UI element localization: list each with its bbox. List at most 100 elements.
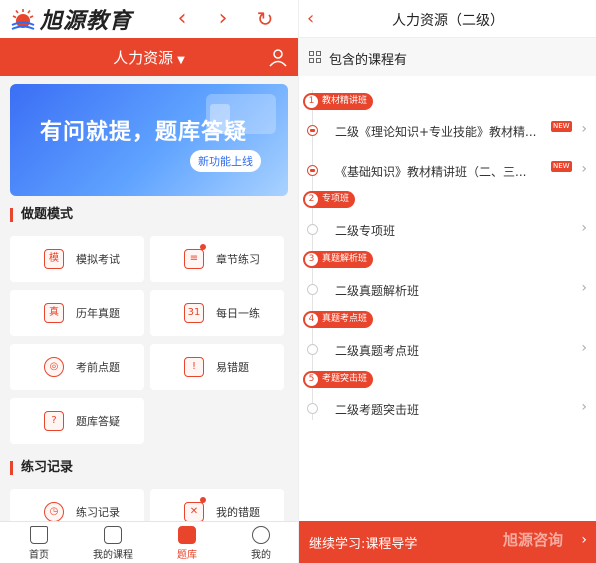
browser-toolbar: 旭源教育 ‹ › ↻ xyxy=(0,0,298,38)
mode-card-error-prone[interactable]: ! 易错题 xyxy=(150,344,284,390)
history-icon: ◷ xyxy=(44,502,64,522)
group-pill: 5 考题突击班 xyxy=(303,371,374,388)
group-number: 4 xyxy=(305,313,318,326)
bottom-tab-bar: 首页 我的课程 题库 我的 xyxy=(0,521,298,563)
group-number: 1 xyxy=(305,95,318,108)
tab-home[interactable]: 首页 xyxy=(2,522,76,563)
new-badge: NEW xyxy=(551,121,572,132)
subject-selector-label: 人力资源 xyxy=(113,49,174,67)
mode-card-label: 题库答疑 xyxy=(76,415,120,428)
tab-profile[interactable]: 我的 xyxy=(224,522,298,563)
group-label: 专项班 xyxy=(322,194,350,204)
page-title: 人力资源（二级） xyxy=(392,13,504,29)
record-card-label: 我的错题 xyxy=(216,506,260,519)
includes-label: 包含的课程有 xyxy=(329,53,408,68)
course-row[interactable]: 二级真题解析班 › xyxy=(299,275,596,305)
course-title: 二级考题突击班 xyxy=(335,403,420,417)
chevron-right-icon: › xyxy=(581,340,587,356)
target-icon: ◎ xyxy=(44,357,64,377)
question-bank-icon xyxy=(178,526,196,544)
tab-label: 首页 xyxy=(29,550,49,561)
notification-dot xyxy=(200,497,206,503)
screenshot-root: 旭源教育 ‹ › ↻ 人力资源 ▼ 有问就提，题库答疑 新功能上线 做题模式 模 … xyxy=(0,0,596,563)
course-title: 二级《理论知识+专业技能》教材精... xyxy=(335,125,537,139)
chevron-right-icon: › xyxy=(581,280,587,296)
course-row[interactable]: 二级真题考点班 › xyxy=(299,335,596,365)
mode-card-label: 考前点题 xyxy=(76,361,120,374)
refresh-icon[interactable]: ↻ xyxy=(254,8,276,30)
chevron-right-icon: › xyxy=(581,532,587,548)
notification-dot xyxy=(200,244,206,250)
tab-question-bank[interactable]: 题库 xyxy=(150,522,224,563)
mode-card-label: 历年真题 xyxy=(76,307,120,320)
mode-card-label: 章节练习 xyxy=(216,253,260,266)
tab-label: 题库 xyxy=(177,550,197,561)
records-heading: 练习记录 xyxy=(10,461,73,475)
home-icon xyxy=(30,526,48,544)
qa-icon: ? xyxy=(44,411,64,431)
progress-icon xyxy=(307,403,318,414)
course-row[interactable]: 二级考题突击班 › xyxy=(299,394,596,424)
wrong-questions-icon: ✕ xyxy=(184,502,204,522)
chapter-icon: ≡ xyxy=(184,249,204,269)
course-row[interactable]: 二级《理论知识+专业技能》教材精... NEW › xyxy=(299,116,596,146)
chevron-left-icon[interactable]: ‹ xyxy=(171,8,193,30)
question-bank-screen: 旭源教育 ‹ › ↻ 人力资源 ▼ 有问就提，题库答疑 新功能上线 做题模式 模 … xyxy=(0,0,298,563)
course-title: 《基础知识》教材精讲班（二、三... xyxy=(335,165,527,179)
chevron-right-icon: › xyxy=(581,161,587,177)
continue-learning-bar[interactable]: 继续学习:课程导学 旭源咨询 › xyxy=(299,521,596,563)
group-pill: 2 专项班 xyxy=(303,191,356,208)
logo-text: 旭源教育 xyxy=(40,8,133,34)
course-row[interactable]: 二级专项班 › xyxy=(299,215,596,245)
mode-card-label: 每日一练 xyxy=(216,307,260,320)
course-row[interactable]: 《基础知识》教材精讲班（二、三... NEW › xyxy=(299,156,596,186)
watermark: 旭源咨询 xyxy=(503,531,564,549)
past-papers-icon: 真 xyxy=(44,303,64,323)
group-pill: 1 教材精讲班 xyxy=(303,93,374,110)
mode-card-label: 模拟考试 xyxy=(76,253,120,266)
grid-icon xyxy=(309,51,322,64)
banner-pill[interactable]: 新功能上线 xyxy=(190,150,261,172)
caret-down-icon: ▼ xyxy=(177,55,185,66)
tab-my-courses[interactable]: 我的课程 xyxy=(76,522,150,563)
mode-card-pre-exam[interactable]: ◎ 考前点题 xyxy=(10,344,144,390)
banner-headline: 有问就提，题库答疑 xyxy=(40,120,248,145)
chevron-right-icon[interactable]: › xyxy=(212,8,234,30)
tab-label: 我的课程 xyxy=(93,550,133,561)
mode-card-daily[interactable]: 31 每日一练 xyxy=(150,290,284,336)
user-icon[interactable] xyxy=(268,47,288,67)
subject-header: 人力资源 ▼ xyxy=(0,38,298,76)
progress-icon xyxy=(307,284,318,295)
record-card-label: 练习记录 xyxy=(76,506,120,519)
profile-icon xyxy=(252,526,270,544)
progress-icon xyxy=(307,224,318,235)
group-number: 5 xyxy=(305,373,318,386)
subject-selector[interactable]: 人力资源 ▼ xyxy=(0,47,298,68)
mock-exam-icon: 模 xyxy=(44,249,64,269)
chevron-right-icon: › xyxy=(581,121,587,137)
group-label: 真题考点班 xyxy=(322,314,368,324)
continue-label: 继续学习:课程导学 xyxy=(309,537,418,552)
practice-mode-heading: 做题模式 xyxy=(10,208,73,222)
sun-logo-icon xyxy=(11,9,35,30)
progress-icon xyxy=(307,125,318,136)
progress-icon xyxy=(307,344,318,355)
group-number: 2 xyxy=(305,193,318,206)
includes-header: 包含的课程有 xyxy=(299,38,596,76)
course-title: 二级专项班 xyxy=(335,224,396,238)
course-title: 二级真题解析班 xyxy=(335,284,420,298)
alarm-icon: ! xyxy=(184,357,204,377)
course-title: 二级真题考点班 xyxy=(335,344,420,358)
new-badge: NEW xyxy=(551,161,572,172)
mode-card-qa[interactable]: ? 题库答疑 xyxy=(10,398,144,444)
chevron-right-icon: › xyxy=(581,399,587,415)
logo: 旭源教育 xyxy=(10,6,133,34)
promo-banner[interactable]: 有问就提，题库答疑 新功能上线 xyxy=(10,84,288,196)
mode-card-past-papers[interactable]: 真 历年真题 xyxy=(10,290,144,336)
calendar-icon: 31 xyxy=(184,303,204,323)
chevron-right-icon: › xyxy=(581,220,587,236)
group-pill: 4 真题考点班 xyxy=(303,311,374,328)
mode-card-chapter[interactable]: ≡ 章节练习 xyxy=(150,236,284,282)
mode-card-mock-exam[interactable]: 模 模拟考试 xyxy=(10,236,144,282)
group-pill: 3 真题解析班 xyxy=(303,251,374,268)
